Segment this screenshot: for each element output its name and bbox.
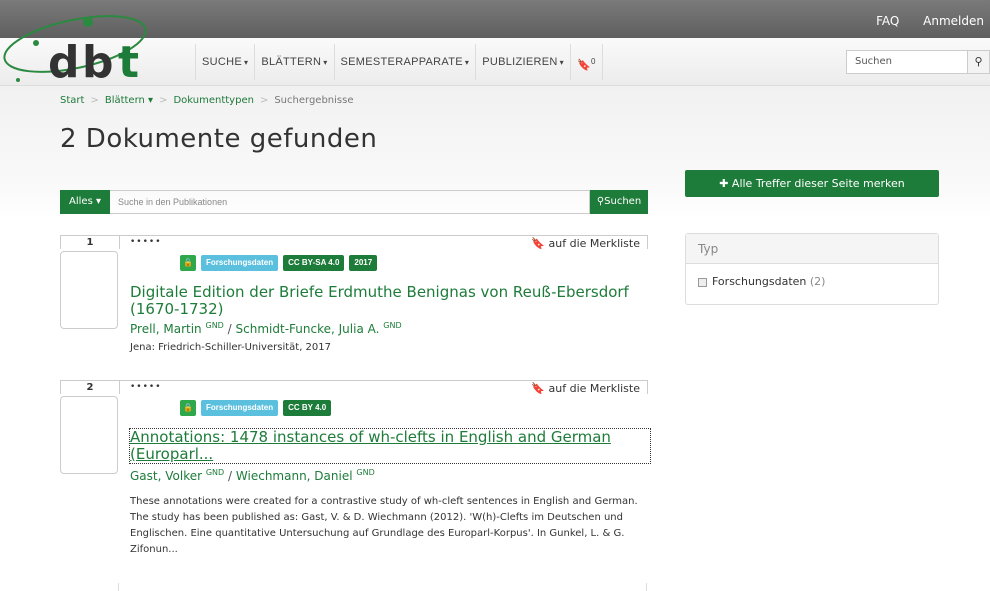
license-badge: CC BY 4.0	[283, 400, 332, 416]
nav-menu: SUCHE ▾ BLÄTTERN ▾ SEMESTERAPPARATE ▾ PUBLI…	[195, 44, 603, 80]
scope-dropdown[interactable]: Alles ▾	[60, 190, 110, 214]
result-number: 2	[60, 380, 120, 394]
type-badge: Forschungsdaten	[201, 400, 279, 416]
nav-semesterapparate[interactable]: SEMESTERAPPARATE ▾	[335, 44, 477, 80]
rating-dots: •••••	[130, 382, 162, 392]
svg-text:t: t	[118, 37, 139, 88]
open-access-icon: 🔒	[180, 400, 196, 416]
result-publisher: Jena: Friedrich-Schiller-Universität, 20…	[130, 342, 331, 353]
facet-item[interactable]: Forschungsdaten (2)	[686, 264, 938, 288]
svg-text:d: d	[48, 37, 80, 88]
author-link[interactable]: Gast, Volker	[130, 469, 202, 483]
type-badge: Forschungsdaten	[201, 255, 279, 271]
breadcrumb-browse[interactable]: Blättern ▾	[105, 95, 153, 106]
rating-dots: •••••	[130, 237, 162, 247]
publication-search: Alles ▾ Suche in den Publikationen ⚲Such…	[60, 190, 648, 214]
result-item: 1 ••••• 🔖 auf die Merkliste 🔒 Forschungs…	[60, 235, 648, 365]
badge-group: 🔒 Forschungsdaten CC BY 4.0	[180, 400, 336, 416]
author-link[interactable]: Prell, Martin	[130, 322, 202, 336]
bookmark-icon: 🔖	[577, 59, 591, 72]
bookmark-icon: 🔖	[531, 382, 546, 395]
bookmark-icon: 🔖	[531, 237, 546, 250]
badge-group: 🔒 Forschungsdaten CC BY-SA 4.0 2017	[180, 255, 382, 271]
bookmark-link[interactable]: 🔖 auf die Merkliste	[531, 237, 640, 250]
page-title: 2 Dokumente gefunden	[60, 124, 378, 154]
year-badge: 2017	[349, 255, 378, 271]
search-icon: ⚲	[974, 55, 983, 68]
nav-bookmarks[interactable]: 🔖0	[571, 44, 603, 80]
author-link[interactable]: Wiechmann, Daniel	[236, 469, 353, 483]
result-thumbnail[interactable]	[60, 396, 118, 474]
nav-suche[interactable]: SUCHE ▾	[195, 44, 256, 80]
result-authors: Prell, Martin GND / Schmidt-Funcke, Juli…	[130, 321, 402, 336]
top-search-button[interactable]: ⚲	[968, 50, 990, 74]
breadcrumb: Start > Blättern ▾ > Dokumenttypen > Suchergeb…	[60, 95, 354, 106]
dbt-logo[interactable]: d b t	[0, 12, 200, 92]
result-title[interactable]: Annotations: 1478 instances of wh-clefts…	[129, 428, 651, 464]
facet-panel: Typ Forschungsdaten (2)	[685, 233, 939, 305]
result-title[interactable]: Digitale Edition der Briefe Erdmuthe Ben…	[130, 284, 650, 318]
search-submit-button[interactable]: ⚲Suchen	[590, 190, 648, 214]
result-authors: Gast, Volker GND / Wiechmann, Daniel GND	[130, 468, 375, 483]
author-link[interactable]: Schmidt-Funcke, Julia A.	[236, 322, 380, 336]
svg-text:b: b	[82, 37, 114, 88]
breadcrumb-current: Suchergebnisse	[274, 95, 354, 106]
nav-publizieren[interactable]: PUBLIZIEREN ▾	[476, 44, 571, 80]
breadcrumb-start[interactable]: Start	[60, 95, 84, 106]
faq-link[interactable]: FAQ	[876, 14, 899, 28]
bookmark-all-button[interactable]: ✚ Alle Treffer dieser Seite merken	[685, 170, 939, 197]
result-thumbnail[interactable]	[60, 251, 118, 329]
plus-icon: ✚	[719, 177, 729, 190]
result-number: 1	[60, 235, 120, 249]
breadcrumb-doctypes[interactable]: Dokumenttypen	[173, 95, 253, 106]
nav-blaettern[interactable]: BLÄTTERN ▾	[255, 44, 335, 80]
result-abstract: These annotations were created for a con…	[130, 496, 638, 555]
facet-heading: Typ	[686, 234, 938, 264]
open-access-icon: 🔒	[180, 255, 196, 271]
publication-search-input[interactable]: Suche in den Publikationen	[110, 190, 590, 214]
top-search-input[interactable]: Suchen	[846, 50, 968, 74]
license-badge: CC BY-SA 4.0	[283, 255, 345, 271]
facet-checkbox[interactable]	[698, 277, 707, 287]
bookmark-link[interactable]: 🔖 auf die Merkliste	[531, 382, 640, 395]
login-link[interactable]: Anmelden	[923, 14, 984, 28]
result-item: 2 ••••• 🔖 auf die Merkliste 🔒 Forschungs…	[60, 380, 651, 580]
